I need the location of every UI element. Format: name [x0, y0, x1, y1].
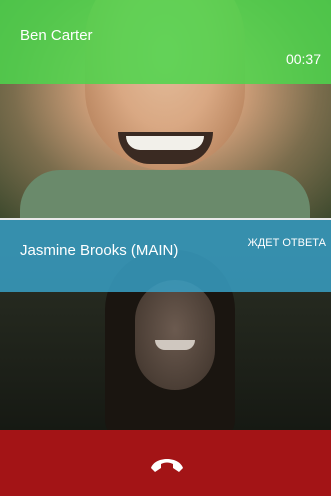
call-duration: 00:37	[285, 51, 321, 67]
active-call-bar[interactable]: Ben Carter 00:37	[0, 0, 331, 84]
end-call-button[interactable]	[145, 446, 189, 480]
call-screen: Ben Carter 00:37 Jasmine Brooks (MAIN) Ж…	[0, 0, 331, 496]
second-caller-name: Jasmine Brooks (MAIN)	[20, 242, 179, 259]
call-status-badge: ЖДЕТ ОТВЕТА	[247, 237, 326, 249]
second-call-bar[interactable]: Jasmine Brooks (MAIN) ЖДЕТ ОТВЕТА	[0, 220, 331, 292]
active-caller-name: Ben Carter	[20, 27, 93, 44]
end-call-area	[0, 430, 331, 496]
hangup-icon	[151, 459, 183, 472]
